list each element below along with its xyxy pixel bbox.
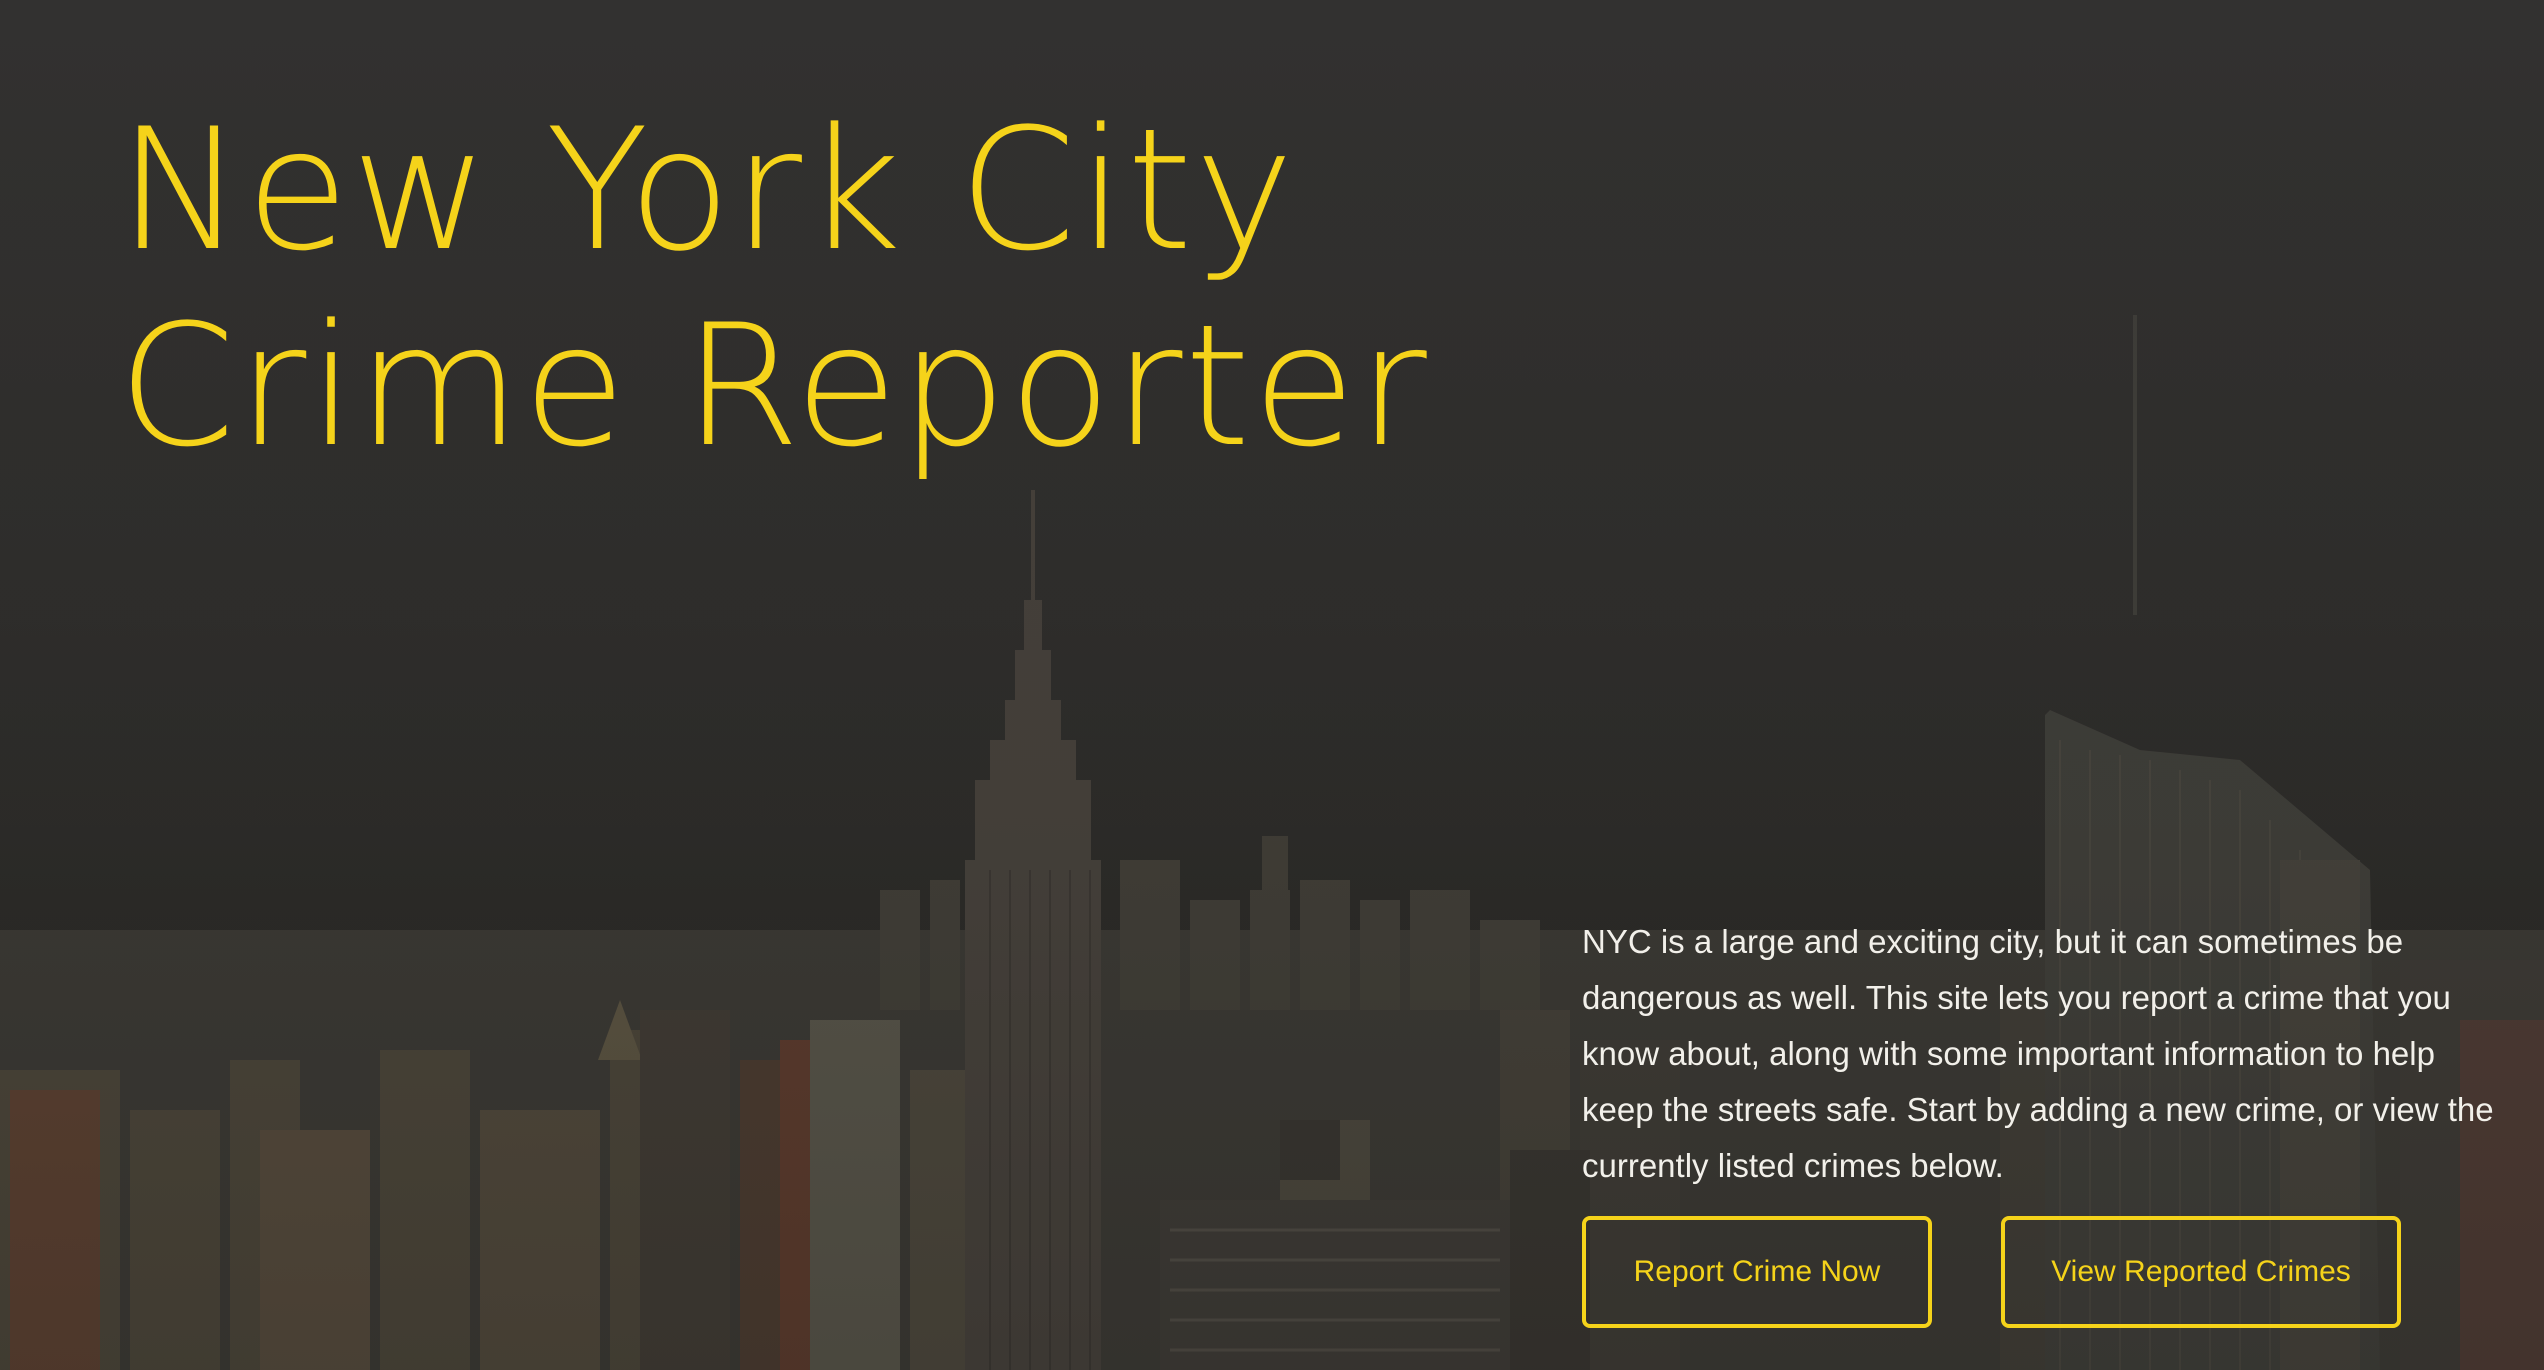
view-reported-crimes-button[interactable]: View Reported Crimes — [2001, 1216, 2401, 1328]
report-crime-button[interactable]: Report Crime Now — [1582, 1216, 1932, 1328]
page-title: New York City Crime Reporter — [118, 92, 1429, 484]
title-line-2: Crime Reporter — [118, 288, 1429, 484]
title-line-1: New York City — [118, 92, 1296, 288]
intro-description: NYC is a large and exciting city, but it… — [1582, 923, 2494, 1184]
hero-section: New York City Crime Reporter NYC is a la… — [0, 0, 2544, 1370]
